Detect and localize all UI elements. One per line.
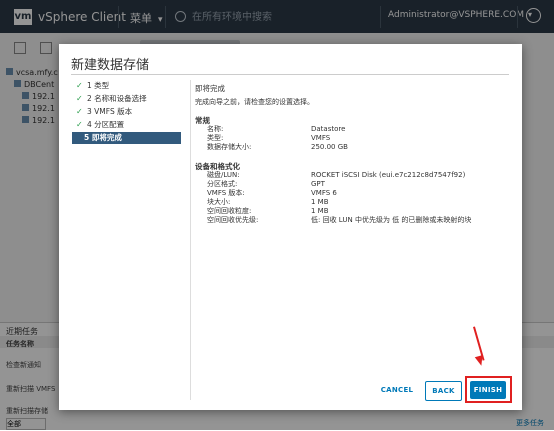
checkmark-icon: ✓: [76, 81, 83, 90]
annotation-highlight-box: [465, 376, 512, 403]
step-label: 类型: [94, 81, 110, 90]
step-number: 1: [87, 81, 92, 90]
step-label: 即将完成: [91, 133, 122, 142]
summary-row: 分区格式: GPT: [207, 180, 325, 188]
summary-row: 数据存储大小: 250.00 GB: [207, 143, 348, 151]
step-number: 3: [87, 107, 92, 116]
wizard-step-type[interactable]: ✓ 1 类型: [75, 80, 185, 92]
new-datastore-dialog: 新建数据存储 ✓ 1 类型 ✓ 2 名称和设备选择 ✓ 3 VMFS 版本 ✓ …: [59, 44, 522, 410]
wizard-step-vmfs-version[interactable]: ✓ 3 VMFS 版本: [75, 106, 185, 118]
wizard-step-partition[interactable]: ✓ 4 分区配置: [75, 119, 185, 131]
content-heading: 即将完成: [195, 84, 225, 93]
summary-row: 磁盘/LUN: ROCKET iSCSI Disk (eui.e7c212c8d7…: [207, 171, 466, 179]
wizard-steps: ✓ 1 类型 ✓ 2 名称和设备选择 ✓ 3 VMFS 版本 ✓ 4 分区配置 …: [72, 80, 185, 145]
summary-row: 块大小: 1 MB: [207, 198, 329, 206]
summary-content: 即将完成 完成向导之前，请检查您的设置选择。 常规 名称: Datastore 类…: [195, 83, 515, 224]
content-subheading: 完成向导之前，请检查您的设置选择。: [195, 98, 314, 106]
summary-row: 空间回收粒度: 1 MB: [207, 207, 329, 215]
summary-row: 空间回收优先级: 低: 回收 LUN 中优先级为 低 的已删除或未映射的块: [207, 216, 472, 224]
divider: [190, 80, 191, 400]
step-label: 分区配置: [94, 120, 125, 129]
step-number: 4: [87, 120, 92, 129]
summary-row: 类型: VMFS: [207, 134, 331, 142]
checkmark-icon: ✓: [76, 107, 83, 116]
dialog-title: 新建数据存储: [71, 58, 150, 73]
back-button[interactable]: BACK: [425, 381, 462, 401]
wizard-step-ready[interactable]: 5 即将完成: [72, 132, 181, 144]
cancel-button[interactable]: CANCEL: [377, 381, 417, 399]
step-label: 名称和设备选择: [94, 94, 147, 103]
summary-row: VMFS 版本: VMFS 6: [207, 189, 337, 197]
checkmark-icon: ✓: [76, 94, 83, 103]
step-number: 2: [87, 94, 92, 103]
step-label: VMFS 版本: [94, 107, 133, 116]
divider: [71, 74, 509, 75]
step-number: 5: [84, 133, 90, 142]
summary-row: 名称: Datastore: [207, 125, 346, 133]
checkmark-icon: ✓: [76, 120, 83, 129]
wizard-step-name-device[interactable]: ✓ 2 名称和设备选择: [75, 93, 185, 105]
